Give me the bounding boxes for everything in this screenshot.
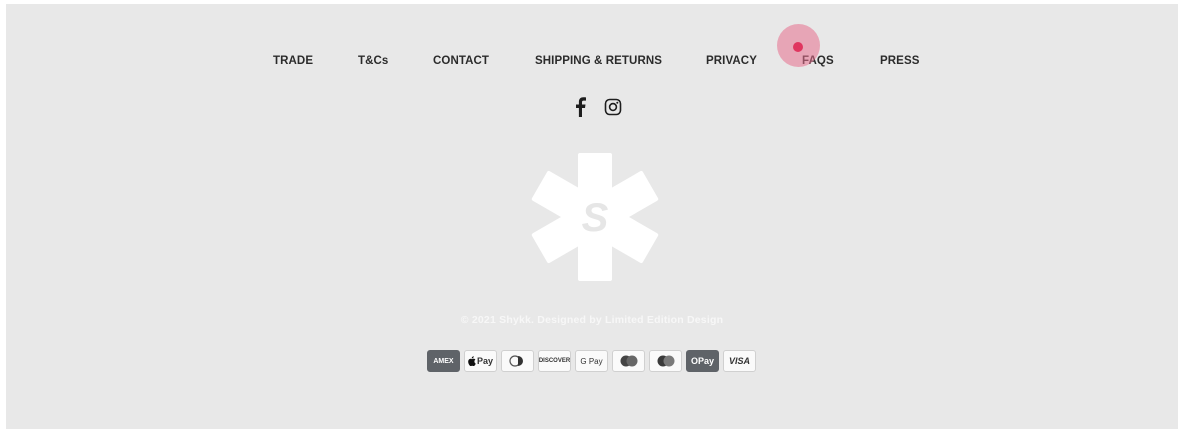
- discover-icon: DISCOVER: [538, 350, 571, 372]
- nav-link-contact[interactable]: CONTACT: [433, 55, 489, 67]
- site-footer: TRADE T&Cs CONTACT SHIPPING & RETURNS PR…: [6, 4, 1178, 429]
- visa-icon: VISA: [723, 350, 756, 372]
- nav-link-trade[interactable]: TRADE: [273, 55, 313, 67]
- diners-club-icon: [501, 350, 534, 372]
- nav-link-shipping-returns[interactable]: SHIPPING & RETURNS: [535, 55, 662, 67]
- amex-icon: AMEX: [427, 350, 460, 372]
- maestro-icon: [612, 350, 645, 372]
- copyright-text: © 2021 Shykk. Designed by Limited Editio…: [460, 314, 724, 326]
- cursor-pointer: [793, 42, 803, 52]
- opay-icon: OPay: [686, 350, 719, 372]
- nav-link-privacy[interactable]: PRIVACY: [706, 55, 757, 67]
- apple-pay-icon: Pay: [464, 350, 497, 372]
- nav-link-terms[interactable]: T&Cs: [358, 55, 388, 67]
- logo-letter: S: [582, 196, 609, 240]
- nav-link-press[interactable]: PRESS: [880, 55, 920, 67]
- google-pay-icon: G Pay: [575, 350, 608, 372]
- facebook-icon[interactable]: [570, 96, 590, 118]
- brand-logo[interactable]: S: [529, 151, 661, 283]
- instagram-icon[interactable]: [603, 96, 623, 118]
- mastercard-icon: [649, 350, 682, 372]
- footer-nav: TRADE T&Cs CONTACT SHIPPING & RETURNS PR…: [6, 55, 1178, 71]
